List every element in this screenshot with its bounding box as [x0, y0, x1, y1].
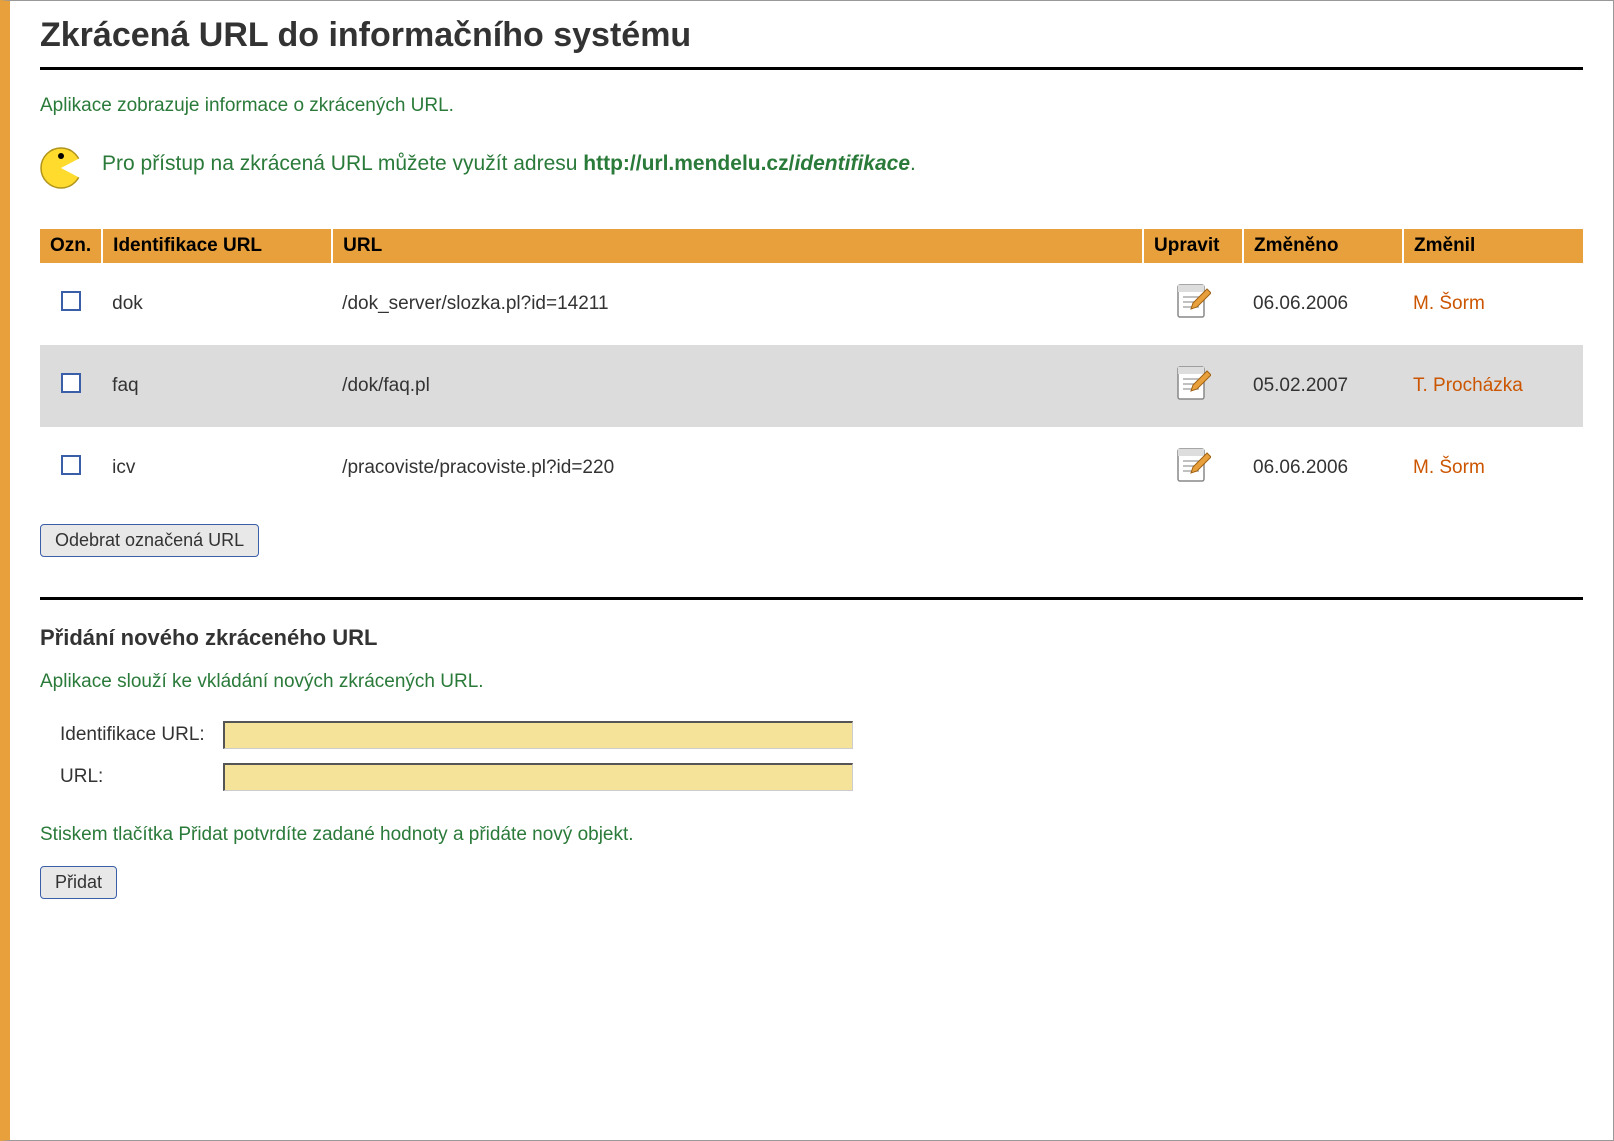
cell-ozn: [40, 345, 102, 427]
table-row: faq/dok/faq.pl 05.02.2007 T. Procházka: [40, 345, 1583, 427]
cell-edit: [1143, 427, 1243, 509]
remove-selected-button[interactable]: Odebrat označená URL: [40, 524, 259, 557]
cell-ozn: [40, 427, 102, 509]
cell-url: /dok_server/slozka.pl?id=14211: [332, 263, 1143, 345]
edit-icon[interactable]: [1175, 363, 1211, 403]
th-url: URL: [332, 229, 1143, 263]
divider: [40, 67, 1583, 70]
tip-url-italic: identifikace: [794, 152, 910, 175]
page-container: Zkrácená URL do informačního systému Apl…: [0, 0, 1614, 1141]
table-row: icv/pracoviste/pracoviste.pl?id=220 06.06…: [40, 427, 1583, 509]
th-edit: Upravit: [1143, 229, 1243, 263]
edit-icon[interactable]: [1175, 445, 1211, 485]
cell-url: /dok/faq.pl: [332, 345, 1143, 427]
user-link[interactable]: T. Procházka: [1413, 375, 1523, 396]
edit-icon[interactable]: [1175, 281, 1211, 321]
cell-user: M. Šorm: [1403, 263, 1583, 345]
table-row: dok/dok_server/slozka.pl?id=14211 06.06.2…: [40, 263, 1583, 345]
cell-ozn: [40, 263, 102, 345]
th-ident: Identifikace URL: [102, 229, 332, 263]
cell-ident: icv: [102, 427, 332, 509]
add-section-heading: Přidání nového zkráceného URL: [40, 625, 1583, 651]
add-instruction: Stiskem tlačítka Přidat potvrdíte zadané…: [40, 824, 1583, 846]
tip-text: Pro přístup na zkrácená URL můžete využí…: [102, 147, 916, 178]
page-title: Zkrácená URL do informačního systému: [40, 16, 1583, 55]
ident-input[interactable]: [223, 721, 853, 749]
user-link[interactable]: M. Šorm: [1413, 293, 1485, 314]
row-checkbox[interactable]: [61, 455, 81, 475]
cell-date: 06.06.2006: [1243, 427, 1403, 509]
th-ozn: Ozn.: [40, 229, 102, 263]
cell-edit: [1143, 263, 1243, 345]
tip-url-bold: http://url.mendelu.cz/: [583, 152, 794, 175]
add-button[interactable]: Přidat: [40, 866, 117, 899]
cell-ident: dok: [102, 263, 332, 345]
th-date: Změněno: [1243, 229, 1403, 263]
url-input[interactable]: [223, 763, 853, 791]
label-url: URL:: [52, 757, 213, 797]
cell-ident: faq: [102, 345, 332, 427]
th-user: Změnil: [1403, 229, 1583, 263]
cell-date: 06.06.2006: [1243, 263, 1403, 345]
cell-date: 05.02.2007: [1243, 345, 1403, 427]
tip-suffix: .: [910, 152, 916, 175]
user-link[interactable]: M. Šorm: [1413, 457, 1485, 478]
row-checkbox[interactable]: [61, 291, 81, 311]
cell-user: T. Procházka: [1403, 345, 1583, 427]
tip-row: Pro přístup na zkrácená URL můžete využí…: [40, 137, 1583, 189]
label-ident: Identifikace URL:: [52, 715, 213, 755]
divider: [40, 597, 1583, 600]
add-intro-text: Aplikace slouží ke vkládání nových zkrác…: [40, 671, 1583, 693]
pacman-icon: [40, 147, 82, 189]
add-form: Identifikace URL: URL:: [50, 713, 863, 799]
intro-text: Aplikace zobrazuje informace o zkrácenýc…: [40, 95, 1583, 117]
cell-user: M. Šorm: [1403, 427, 1583, 509]
row-checkbox[interactable]: [61, 373, 81, 393]
cell-url: /pracoviste/pracoviste.pl?id=220: [332, 427, 1143, 509]
cell-edit: [1143, 345, 1243, 427]
tip-prefix: Pro přístup na zkrácená URL můžete využí…: [102, 152, 583, 175]
url-table: Ozn. Identifikace URL URL Upravit Změněn…: [40, 229, 1583, 509]
